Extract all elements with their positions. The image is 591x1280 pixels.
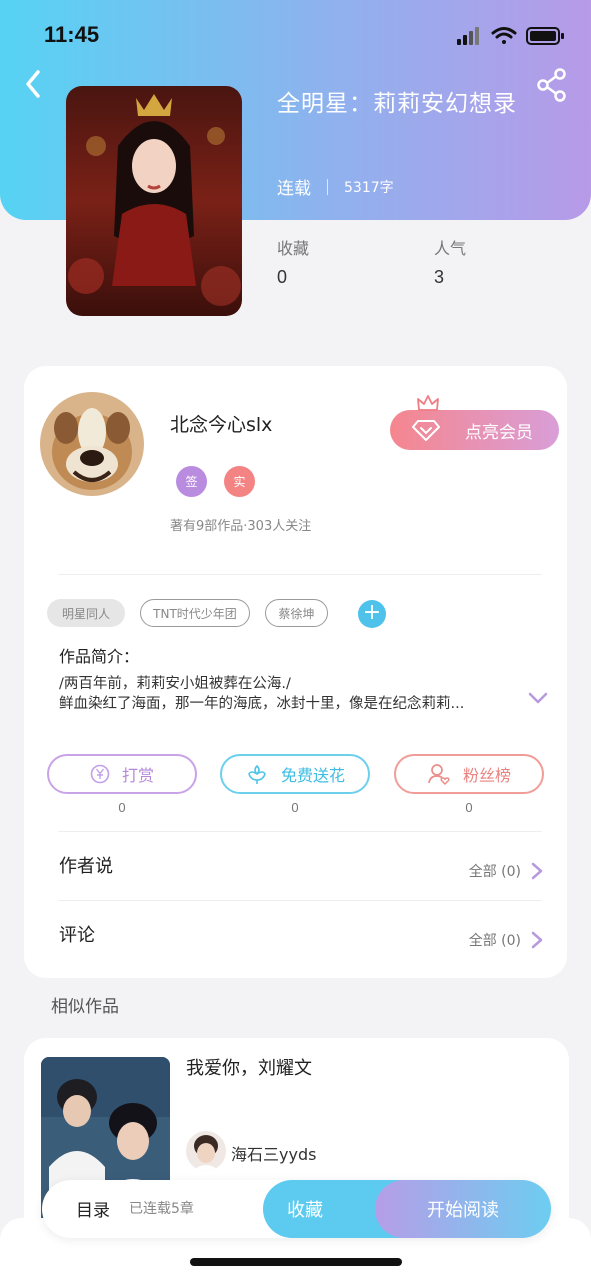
book-cover-image	[66, 86, 242, 316]
send-flower-button[interactable]: 免费送花	[220, 754, 370, 794]
similar-work-title[interactable]: 我爱你，刘耀文	[186, 1054, 312, 1080]
author-avatar[interactable]	[40, 392, 144, 496]
badge-verified: 实	[224, 466, 255, 497]
stat-popularity-label: 人气	[434, 239, 467, 258]
author-name[interactable]: 北念今心slx	[170, 410, 272, 437]
comments-label[interactable]: 评论	[59, 921, 95, 947]
start-reading-button[interactable]: 开始阅读	[375, 1180, 551, 1238]
home-indicator	[190, 1258, 402, 1266]
fan-user-icon	[428, 764, 450, 785]
book-cover[interactable]	[66, 86, 242, 316]
wifi-icon	[491, 27, 517, 44]
signal-icon	[457, 27, 479, 45]
chevron-down-icon[interactable]	[527, 690, 549, 706]
diamond-icon	[412, 420, 440, 441]
book-status: 连载	[277, 179, 311, 199]
stat-collect: 收藏 0	[277, 235, 309, 288]
stat-collect-label: 收藏	[277, 239, 310, 258]
tag-item[interactable]: 明星同人	[47, 599, 125, 627]
back-button[interactable]	[18, 64, 54, 104]
collect-label: 收藏	[287, 1200, 323, 1221]
meta-divider	[327, 178, 328, 195]
tip-count: 0	[118, 800, 126, 815]
book-title: 全明星：莉莉安幻想录	[277, 91, 517, 117]
plus-icon: +	[362, 600, 382, 625]
send-flower-label: 免费送花	[280, 766, 345, 785]
flower-icon	[248, 765, 266, 784]
intro-text: /两百年前，莉莉安小姐被葬在公海./ 鲜血染红了海面，那一年的海底，冰封十里，像…	[59, 674, 525, 714]
divider	[58, 831, 542, 832]
toc-button[interactable]: 目录	[76, 1196, 110, 1221]
similar-author-avatar-image	[186, 1131, 226, 1171]
similar-author-avatar	[186, 1131, 226, 1171]
divider	[58, 574, 542, 575]
book-meta: 连载 5317字	[277, 174, 394, 199]
status-time: 11:45	[44, 22, 100, 47]
tip-button[interactable]: 打赏	[47, 754, 197, 794]
author-summary: 著有9部作品·303人关注	[170, 519, 312, 534]
chevron-right-icon[interactable]	[530, 861, 544, 881]
vip-button-label: 点亮会员	[465, 422, 533, 443]
tag-item[interactable]: TNT时代少年团	[140, 599, 250, 627]
battery-icon	[526, 27, 564, 45]
yen-coin-icon	[90, 764, 110, 784]
crown-icon	[417, 395, 439, 411]
badge-signed: 签	[176, 466, 207, 497]
book-word-count: 5317字	[344, 179, 394, 196]
flower-count: 0	[291, 800, 299, 815]
fan-count: 0	[465, 800, 473, 815]
chevron-right-icon[interactable]	[530, 930, 544, 950]
fan-rank-label: 粉丝榜	[462, 766, 511, 785]
similar-works-title: 相似作品	[51, 997, 119, 1017]
intro-line: 鲜血染红了海面，那一年的海底，冰封十里，像是在纪念莉莉...	[59, 696, 465, 712]
share-icon	[537, 68, 566, 102]
tag-item[interactable]: 蔡徐坤	[265, 599, 328, 627]
tip-label: 打赏	[121, 766, 154, 785]
stat-collect-value: 0	[277, 267, 288, 287]
comments-count[interactable]: 全部 (0)	[469, 930, 521, 950]
share-button[interactable]	[536, 68, 568, 102]
toc-status: 已连载5章	[129, 1201, 194, 1217]
intro-title: 作品简介：	[59, 647, 140, 666]
dog-avatar-image	[40, 392, 144, 496]
fan-rank-button[interactable]: 粉丝榜	[394, 754, 544, 794]
status-icons	[457, 27, 564, 45]
author-says-count[interactable]: 全部 (0)	[469, 861, 521, 881]
divider	[58, 900, 542, 901]
stat-popularity: 人气 3	[434, 235, 466, 288]
stat-popularity-value: 3	[434, 267, 445, 287]
add-tag-button[interactable]: +	[358, 600, 386, 628]
intro-line: /两百年前，莉莉安小姐被葬在公海./	[59, 676, 291, 692]
start-reading-label: 开始阅读	[427, 1200, 499, 1221]
similar-work-author: 海石三yyds	[231, 1145, 317, 1164]
author-says-label[interactable]: 作者说	[59, 852, 113, 878]
chevron-left-icon	[26, 70, 40, 98]
